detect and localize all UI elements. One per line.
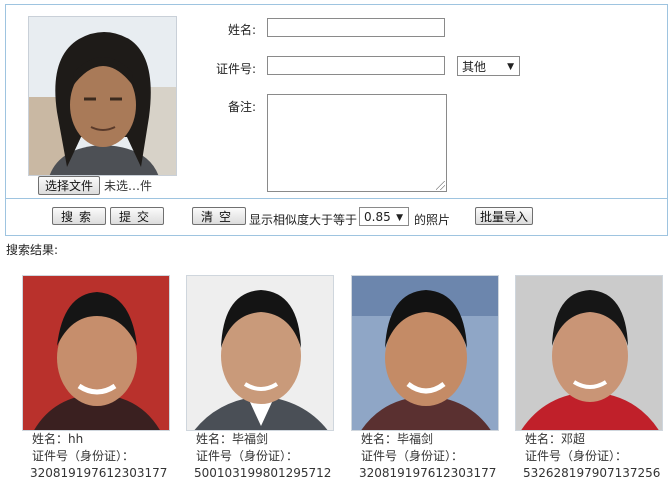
name-input[interactable] bbox=[267, 18, 445, 37]
uploaded-photo-preview bbox=[28, 16, 177, 176]
id-type-selected-value: 其他 bbox=[462, 59, 487, 74]
result-name: 邓超 bbox=[561, 432, 586, 446]
result-name-label: 姓名： bbox=[361, 432, 398, 446]
result-name-line: 姓名：毕福剑 bbox=[196, 431, 336, 448]
result-card[interactable]: 姓名：毕福剑 证件号（身份证）： 320819197612303177 bbox=[351, 275, 501, 482]
result-id-number: 320819197612303177 bbox=[30, 466, 168, 480]
result-card[interactable]: 姓名：hh 证件号（身份证）： 320819197612303177 bbox=[22, 275, 172, 482]
result-name-label: 姓名： bbox=[196, 432, 233, 446]
search-form-panel: 选择文件 未选…件 姓名: 证件号: 其他 ▼ 备注: 搜索 提交 清空 显示相… bbox=[5, 4, 668, 236]
result-id-label: 证件号（身份证）： bbox=[196, 449, 299, 463]
person-photo-image bbox=[187, 276, 333, 430]
similarity-threshold-select[interactable]: 0.85 ▼ bbox=[359, 207, 409, 226]
search-button[interactable]: 搜索 bbox=[52, 207, 107, 225]
file-upload-row: 选择文件 未选…件 bbox=[38, 175, 152, 195]
result-name-line: 姓名：hh bbox=[32, 431, 172, 448]
result-id-label: 证件号（身份证）： bbox=[525, 449, 628, 463]
resize-grip-icon[interactable] bbox=[436, 181, 445, 190]
batch-import-button[interactable]: 批量导入 bbox=[475, 207, 534, 225]
name-label: 姓名: bbox=[227, 23, 256, 37]
action-bar: 搜索 提交 清空 显示相似度大于等于 0.85 ▼ 的照片 批量导入 bbox=[6, 205, 667, 229]
person-photo-image bbox=[516, 276, 662, 430]
note-label: 备注: bbox=[227, 100, 256, 114]
result-card[interactable]: 姓名：毕福剑 证件号（身份证）： 500103199801295712 bbox=[186, 275, 336, 482]
person-photo-image bbox=[29, 17, 176, 175]
choose-file-button[interactable]: 选择文件 bbox=[38, 175, 101, 195]
result-photo bbox=[186, 275, 334, 431]
result-name: 毕福剑 bbox=[232, 432, 269, 446]
chevron-down-icon: ▼ bbox=[507, 62, 514, 72]
result-name-line: 姓名：毕福剑 bbox=[361, 431, 501, 448]
result-card[interactable]: 姓名：邓超 证件号（身份证）： 532628197907137256 bbox=[515, 275, 665, 482]
result-photo bbox=[515, 275, 663, 431]
id-number-label: 证件号: bbox=[215, 62, 256, 76]
form-divider bbox=[6, 198, 667, 199]
result-id-number: 320819197612303177 bbox=[359, 466, 497, 480]
similarity-threshold-value: 0.85 bbox=[364, 209, 391, 224]
similarity-suffix-text: 的照片 bbox=[414, 213, 451, 227]
result-photo bbox=[351, 275, 499, 431]
id-type-select[interactable]: 其他 ▼ bbox=[457, 56, 520, 76]
person-photo-image bbox=[23, 276, 169, 430]
result-id-label: 证件号（身份证）： bbox=[32, 449, 135, 463]
search-results-title: 搜索结果: bbox=[6, 243, 59, 257]
note-textarea[interactable] bbox=[267, 94, 447, 192]
result-name: 毕福剑 bbox=[397, 432, 434, 446]
result-id-label: 证件号（身份证）： bbox=[361, 449, 464, 463]
result-id-number: 532628197907137256 bbox=[523, 466, 661, 480]
chevron-down-icon: ▼ bbox=[396, 213, 403, 223]
clear-button[interactable]: 清空 bbox=[192, 207, 247, 225]
result-name-line: 姓名：邓超 bbox=[525, 431, 665, 448]
person-photo-image bbox=[352, 276, 498, 430]
result-name-label: 姓名： bbox=[525, 432, 562, 446]
similarity-prefix-text: 显示相似度大于等于 bbox=[249, 213, 358, 227]
result-name-label: 姓名： bbox=[32, 432, 69, 446]
result-name: hh bbox=[68, 432, 84, 446]
submit-button[interactable]: 提交 bbox=[110, 207, 165, 225]
file-status-text: 未选…件 bbox=[104, 178, 153, 193]
result-photo bbox=[22, 275, 170, 431]
id-number-input[interactable] bbox=[267, 56, 445, 75]
result-id-number: 500103199801295712 bbox=[194, 466, 332, 480]
